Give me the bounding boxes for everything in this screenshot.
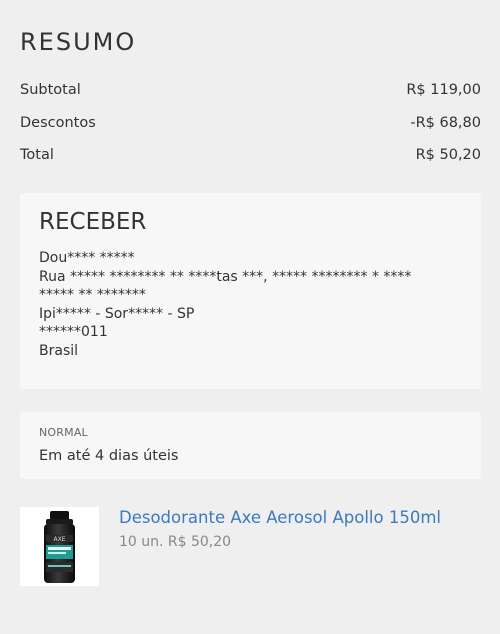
recipient-name: Dou**** *****	[39, 250, 135, 266]
address-country: Brasil	[39, 342, 79, 359]
address-zip: ******011	[39, 324, 108, 340]
discount-label: Descontos	[20, 115, 96, 131]
deodorant-can-image[interactable]: AXE	[20, 507, 99, 586]
shipping-estimate: Em até 4 dias úteis	[39, 448, 179, 464]
deodorant-can-icon: AXE	[44, 511, 75, 583]
receive-title: RECEBER	[39, 209, 147, 235]
product-item: AXE Desodorante Axe Aerosol Apollo 150ml…	[20, 507, 481, 587]
svg-text:AXE: AXE	[53, 536, 65, 543]
address-street: Rua ***** ******** ** ****tas ***, *****…	[39, 268, 412, 285]
total-value: R$ 50,20	[415, 147, 481, 163]
product-name-link[interactable]: Desodorante Axe Aerosol Apollo 150ml	[119, 508, 441, 527]
subtotal-label: Subtotal	[20, 82, 81, 98]
shipping-card: NORMAL Em até 4 dias úteis	[20, 412, 481, 479]
receive-card: RECEBER Dou**** ***** Rua ***** ********…	[20, 193, 481, 389]
discount-row: Descontos -R$ 68,80	[20, 115, 481, 131]
address-street-cont: ***** ** *******	[39, 287, 146, 303]
total-row: Total R$ 50,20	[20, 147, 481, 163]
address-city: Ipi***** - Sor***** - SP	[39, 305, 195, 322]
discount-value: -R$ 68,80	[410, 115, 481, 131]
summary-title: RESUMO	[20, 28, 137, 56]
product-quantity-price: 10 un. R$ 50,20	[119, 534, 232, 550]
subtotal-row: Subtotal R$ 119,00	[20, 82, 481, 98]
shipping-type: NORMAL	[39, 426, 88, 439]
total-label: Total	[20, 147, 54, 163]
subtotal-value: R$ 119,00	[406, 82, 481, 98]
